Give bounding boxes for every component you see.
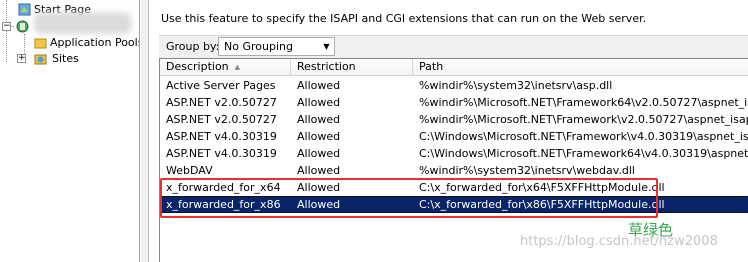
cell-description: x_forwarded_for_x86 (166, 198, 281, 211)
table-row[interactable]: ASP.NET v4.0.30319 Allowed C:\Windows\Micr… (160, 128, 748, 145)
cell-path: %windir%\system32\inetsrv\asp.dll (419, 79, 613, 92)
collapse-toggle[interactable]: − (2, 22, 11, 31)
cell-restriction: Allowed (297, 130, 341, 143)
tree-item-label: Sites (52, 52, 79, 65)
column-header-label: Description (166, 60, 229, 73)
group-by-label: Group by: (166, 40, 220, 53)
watermark: https://blog.csdn.net/hzw2008 (520, 234, 718, 249)
table-row[interactable]: x_forwarded_for_x64 Allowed C:\x_forwarded… (160, 179, 748, 196)
cell-description: Active Server Pages (166, 79, 276, 92)
column-header-path[interactable]: Path (413, 59, 748, 76)
redacted-server-name (34, 12, 132, 34)
connections-tree: Start Page − Application Pools + Sites (0, 0, 140, 262)
cell-path: C:\x_forwarded_for\x86\F5XFFHttpModule.d… (419, 198, 665, 211)
cell-description: x_forwarded_for_x64 (166, 181, 281, 194)
cell-restriction: Allowed (297, 96, 341, 109)
cell-restriction: Allowed (297, 147, 341, 160)
table-row[interactable]: ASP.NET v2.0.50727 Allowed %windir%\Micros… (160, 94, 748, 111)
cell-description: ASP.NET v4.0.30319 (166, 147, 277, 160)
cell-path: C:\Windows\Microsoft.NET\Framework\v4.0.… (419, 130, 748, 143)
table-row[interactable]: x_forwarded_for_x86 Allowed C:\x_forwarded… (160, 196, 748, 213)
cell-path: %windir%\Microsoft.NET\Framework\v2.0.50… (419, 113, 748, 126)
cell-path: C:\Windows\Microsoft.NET\Framework64\v4.… (419, 147, 748, 160)
group-by-dropdown[interactable]: No Grouping ▼ (218, 37, 335, 56)
cell-restriction: Allowed (297, 79, 341, 92)
cell-description: WebDAV (166, 164, 213, 177)
cell-path: %windir%\Microsoft.NET\Framework64\v2.0.… (419, 96, 748, 109)
expand-toggle[interactable]: + (17, 54, 26, 63)
table-row[interactable]: Active Server Pages Allowed %windir%\syste… (160, 77, 748, 94)
cell-description: ASP.NET v2.0.50727 (166, 96, 277, 109)
cell-description: ASP.NET v2.0.50727 (166, 113, 277, 126)
cell-path: %windir%\system32\inetsrv\webdav.dll (419, 164, 635, 177)
chevron-down-icon[interactable]: ▼ (319, 38, 334, 55)
pane-splitter[interactable] (141, 0, 149, 262)
table-row[interactable]: ASP.NET v2.0.50727 Allowed %windir%\Micros… (160, 111, 748, 128)
table-row[interactable]: ASP.NET v4.0.30319 Allowed C:\Windows\Micr… (160, 145, 748, 162)
app-pools-icon (34, 38, 47, 49)
column-header-label: Restriction (297, 60, 356, 73)
column-header-description[interactable]: Description ▲ (160, 59, 291, 76)
feature-description: Use this feature to specify the ISAPI an… (161, 12, 647, 25)
column-header-label: Path (419, 60, 444, 73)
start-page-icon (18, 3, 31, 16)
tree-item-label: Application Pools (50, 36, 140, 49)
column-header-restriction[interactable]: Restriction (291, 59, 413, 76)
cell-restriction: Allowed (297, 198, 341, 211)
cell-path: C:\x_forwarded_for\x64\F5XFFHttpModule.d… (419, 181, 665, 194)
cell-restriction: Allowed (297, 164, 341, 177)
cell-description: ASP.NET v4.0.30319 (166, 130, 277, 143)
cell-restriction: Allowed (297, 181, 341, 194)
table-row[interactable]: WebDAV Allowed %windir%\system32\inetsrv\w… (160, 162, 748, 179)
cell-restriction: Allowed (297, 113, 341, 126)
sort-ascending-icon: ▲ (234, 63, 241, 71)
server-icon (16, 20, 29, 33)
tree-line (6, 0, 7, 62)
group-by-value: No Grouping (224, 40, 293, 53)
sites-icon (34, 54, 47, 65)
group-by-toolbar: Group by: No Grouping ▼ (159, 35, 748, 58)
